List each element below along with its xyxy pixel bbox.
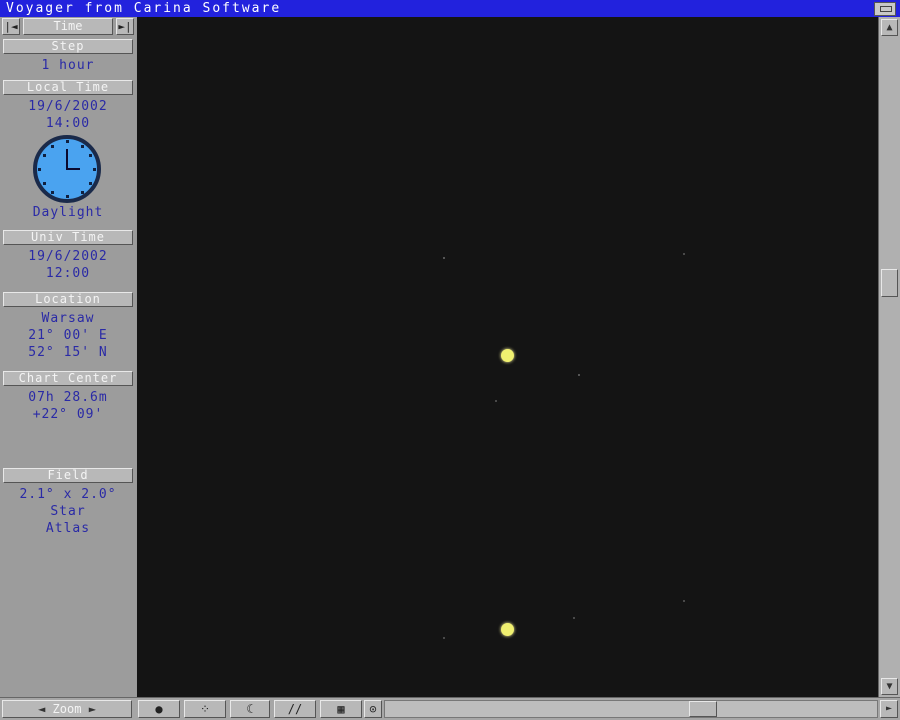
local-date: 19/6/2002 bbox=[28, 99, 108, 114]
sky-chart[interactable] bbox=[137, 17, 878, 697]
vertical-scrollbar[interactable]: ▲ ▼ bbox=[878, 17, 900, 697]
scroll-down-button[interactable]: ▼ bbox=[881, 678, 898, 695]
planet-tool-button[interactable]: ● bbox=[138, 700, 180, 718]
minute-hand bbox=[66, 149, 68, 170]
field-size: 2.1° x 2.0° bbox=[19, 487, 117, 502]
daylight-status: Daylight bbox=[32, 205, 104, 220]
star[interactable] bbox=[683, 253, 685, 255]
time-label[interactable]: Time bbox=[23, 18, 113, 35]
location-name: Warsaw bbox=[41, 311, 95, 326]
title-bar: Voyager from Carina Software bbox=[0, 0, 900, 17]
constellation-tool-button[interactable]: ⁘ bbox=[184, 700, 226, 718]
univ-time: 12:00 bbox=[45, 266, 91, 281]
clock-icon bbox=[33, 135, 101, 203]
scroll-up-button[interactable]: ▲ bbox=[881, 19, 898, 36]
location-header[interactable]: Location bbox=[3, 292, 133, 307]
local-time: 14:00 bbox=[45, 116, 91, 131]
star[interactable] bbox=[443, 257, 445, 259]
step-back-button[interactable]: |◄ bbox=[2, 18, 20, 35]
field-mode-line1: Star bbox=[50, 504, 86, 519]
star[interactable] bbox=[443, 637, 445, 639]
zoom-label: Zoom bbox=[52, 702, 82, 716]
step-value: 1 hour bbox=[41, 58, 95, 73]
chart-center-header[interactable]: Chart Center bbox=[3, 371, 133, 386]
window-menu-button[interactable] bbox=[874, 2, 896, 16]
vertical-scroll-thumb[interactable] bbox=[881, 269, 898, 297]
zoom-out-button[interactable]: ◄ bbox=[38, 702, 45, 716]
scroll-right-button[interactable]: ► bbox=[880, 700, 898, 718]
step-forward-button[interactable]: ►| bbox=[116, 18, 134, 35]
horizontal-scroll-thumb[interactable] bbox=[689, 701, 717, 717]
horizontal-scrollbar[interactable] bbox=[384, 700, 878, 718]
zoom-control[interactable]: ◄ Zoom ► bbox=[2, 700, 132, 718]
step-header[interactable]: Step bbox=[3, 39, 133, 54]
lines-tool-button[interactable]: // bbox=[274, 700, 316, 718]
chart-center-dec: +22° 09' bbox=[32, 407, 104, 422]
field-mode-line2: Atlas bbox=[45, 521, 91, 536]
star[interactable] bbox=[578, 374, 580, 376]
star[interactable] bbox=[573, 617, 575, 619]
planet[interactable] bbox=[501, 623, 514, 636]
window-title: Voyager from Carina Software bbox=[6, 1, 282, 16]
location-longitude: 21° 00' E bbox=[28, 328, 108, 343]
star[interactable] bbox=[683, 600, 685, 602]
univ-date: 19/6/2002 bbox=[28, 249, 108, 264]
info-sidebar: |◄ Time ►| Step 1 hour Local Time 19/6/2… bbox=[0, 17, 136, 697]
field-header[interactable]: Field bbox=[3, 468, 133, 483]
grid-tool-button[interactable]: ▦ bbox=[320, 700, 362, 718]
local-time-header[interactable]: Local Time bbox=[3, 80, 133, 95]
hour-hand bbox=[66, 168, 80, 170]
center-tool-button[interactable]: ⊙ bbox=[364, 700, 382, 718]
time-step-control: |◄ Time ►| bbox=[2, 18, 134, 35]
chart-center-ra: 07h 28.6m bbox=[28, 390, 108, 405]
univ-time-header[interactable]: Univ Time bbox=[3, 230, 133, 245]
planet[interactable] bbox=[501, 349, 514, 362]
zoom-in-button[interactable]: ► bbox=[89, 702, 96, 716]
location-latitude: 52° 15' N bbox=[28, 345, 108, 360]
star[interactable] bbox=[495, 400, 497, 402]
moon-tool-button[interactable]: ☾ bbox=[230, 700, 270, 718]
bottom-toolbar: ◄ Zoom ► ● ⁘ ☾ // ▦ ⊙ ► bbox=[0, 697, 900, 720]
